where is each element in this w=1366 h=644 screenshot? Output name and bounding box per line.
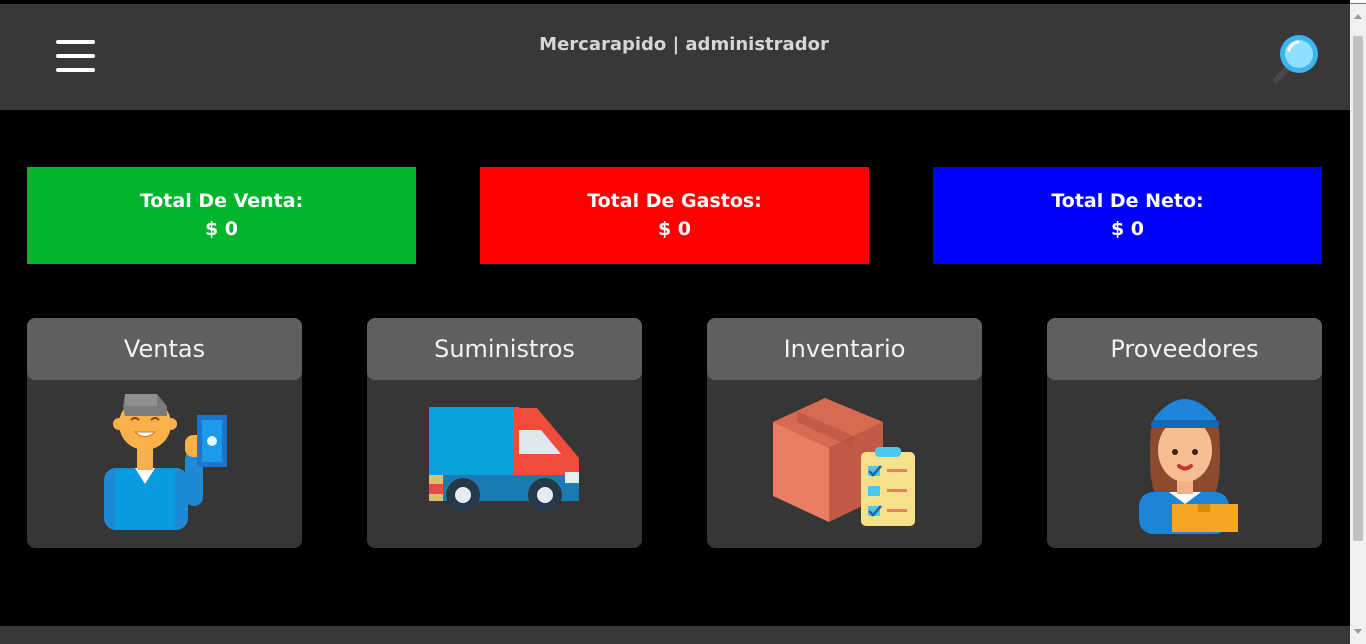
module-suministros[interactable]: Suministros xyxy=(367,318,642,548)
page: Mercarapido | administrador Total De Ven… xyxy=(0,0,1350,644)
module-suministros-title: Suministros xyxy=(367,318,642,380)
scrollbar-thumb[interactable] xyxy=(1353,36,1363,541)
total-expenses-card: Total De Gastos: $ 0 xyxy=(480,167,869,264)
module-ventas[interactable]: Ventas xyxy=(27,318,302,548)
box-checklist-icon xyxy=(773,398,915,526)
module-inventario[interactable]: Inventario xyxy=(707,318,982,548)
total-net-card: Total De Neto: $ 0 xyxy=(933,167,1322,264)
app-title: Mercarapido | administrador xyxy=(539,34,829,55)
module-proveedores[interactable]: Proveedores xyxy=(1047,318,1322,548)
module-inventario-title: Inventario xyxy=(707,318,982,380)
footer-bar xyxy=(0,626,1350,644)
magnifying-glass-icon[interactable] xyxy=(1268,30,1326,88)
total-sales-value: $ 0 xyxy=(204,218,239,240)
total-net-label: Total De Neto: xyxy=(1051,190,1204,212)
total-net-value: $ 0 xyxy=(1110,218,1145,240)
module-ventas-title: Ventas xyxy=(27,318,302,380)
total-expenses-label: Total De Gastos: xyxy=(587,190,762,212)
salesman-holding-cash-icon xyxy=(104,394,227,530)
vertical-scrollbar[interactable] xyxy=(1350,4,1366,644)
delivery-woman-icon xyxy=(1139,399,1238,534)
module-proveedores-title: Proveedores xyxy=(1047,318,1322,380)
delivery-truck-icon xyxy=(429,407,579,512)
total-expenses-value: $ 0 xyxy=(657,218,692,240)
scroll-down-arrow-icon[interactable] xyxy=(1354,629,1362,634)
total-sales-label: Total De Venta: xyxy=(139,190,304,212)
scroll-up-arrow-icon[interactable] xyxy=(1354,14,1362,19)
total-sales-card: Total De Venta: $ 0 xyxy=(27,167,416,264)
top-bar: Mercarapido | administrador xyxy=(0,4,1350,110)
